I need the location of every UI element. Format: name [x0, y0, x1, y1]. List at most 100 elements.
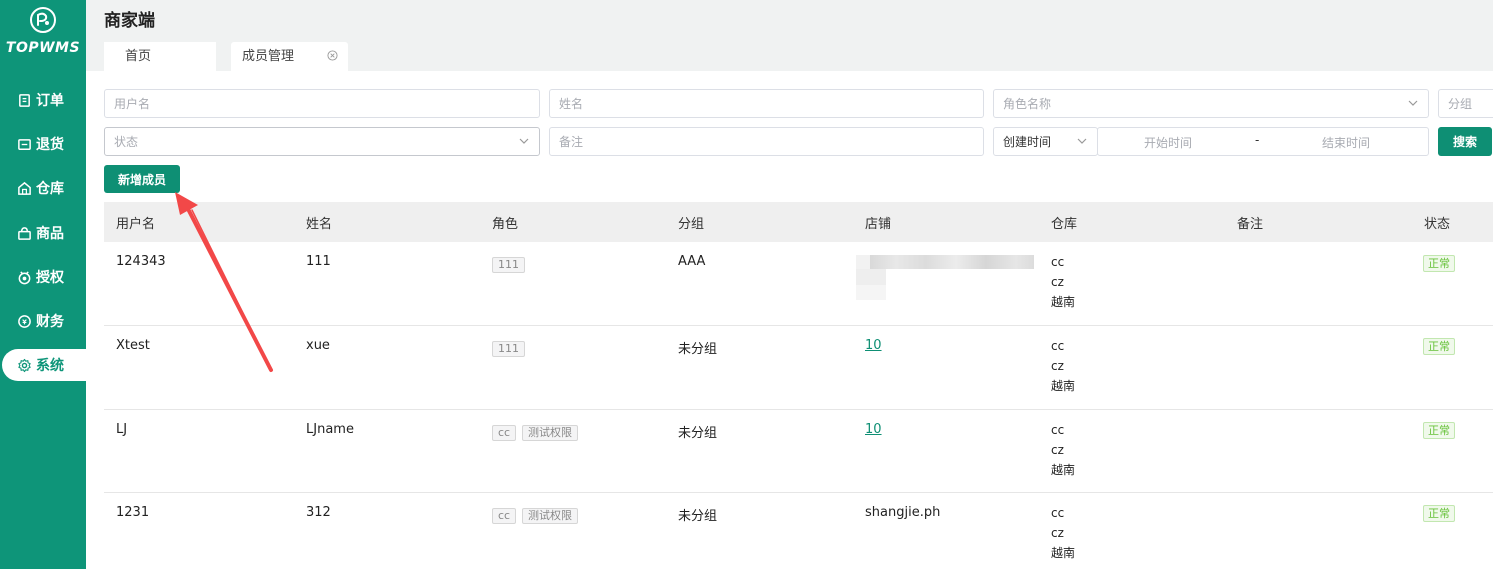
sidebar-item-label: 授权: [36, 270, 64, 286]
sidebar-item-orders[interactable]: 订单: [0, 84, 86, 116]
cell-username: LJ: [116, 422, 128, 437]
sidebar-item-returns[interactable]: 退货: [0, 128, 86, 160]
column-header-role: 角色: [492, 217, 519, 232]
role-tag: cc: [492, 508, 517, 524]
return-box-icon: [18, 138, 31, 150]
logo-text: TOPWMS: [5, 40, 81, 56]
chevron-down-icon: [519, 138, 529, 144]
sidebar: TOPWMS 订单 退货 仓库 商品 授权 财务 系统: [0, 0, 86, 569]
finance-icon: [18, 314, 31, 328]
clipboard-icon: [19, 93, 30, 107]
status-badge: 正常: [1423, 338, 1455, 355]
sidebar-item-label: 财务: [36, 314, 64, 330]
time-type-value: 创建时间: [1003, 135, 1052, 149]
role-tag: 测试权限: [522, 425, 578, 441]
row-divider: [104, 492, 1493, 493]
store-link[interactable]: 10: [865, 422, 882, 437]
cell-username: 124343: [116, 254, 166, 269]
status-select-placeholder: 状态: [114, 135, 139, 149]
cell-warehouse-0: cc: [1051, 423, 1065, 437]
status-badge: 正常: [1423, 505, 1455, 522]
start-time-placeholder[interactable]: 开始时间: [1144, 134, 1192, 151]
cell-warehouse-2: 越南: [1051, 379, 1076, 393]
sidebar-item-finance[interactable]: 财务: [0, 305, 86, 337]
close-icon[interactable]: [327, 50, 338, 61]
column-header-store: 店铺: [865, 217, 892, 232]
range-separator: -: [1255, 133, 1260, 147]
cell-warehouse-0: cc: [1051, 506, 1065, 520]
store-link[interactable]: 10: [865, 338, 882, 353]
role-tag: 111: [492, 257, 525, 273]
cell-name: 111: [306, 254, 331, 269]
end-time-placeholder[interactable]: 结束时间: [1322, 134, 1370, 151]
remark-input-box[interactable]: [559, 128, 983, 155]
cell-warehouse-2: 越南: [1051, 546, 1076, 560]
username-input-box[interactable]: [114, 90, 539, 117]
gear-icon: [18, 358, 31, 372]
column-header-remark: 备注: [1237, 217, 1264, 232]
sidebar-item-label: 商品: [36, 226, 64, 242]
username-input[interactable]: [104, 89, 540, 118]
cell-warehouse-1: cz: [1051, 443, 1064, 457]
logo: TOPWMS: [0, 6, 86, 56]
row-divider: [104, 325, 1493, 326]
cell-warehouse-1: cz: [1051, 275, 1064, 289]
column-header-warehouse: 仓库: [1051, 217, 1078, 232]
cell-warehouse-0: cc: [1051, 255, 1065, 269]
sidebar-item-authorize[interactable]: 授权: [0, 261, 86, 293]
cell-name: 312: [306, 505, 331, 520]
role-tag: cc: [492, 425, 517, 441]
status-badge: 正常: [1423, 255, 1455, 272]
status-badge: 正常: [1423, 422, 1455, 439]
bag-icon: [18, 226, 31, 240]
add-member-button[interactable]: 新增成员: [104, 165, 180, 193]
cell-name: xue: [306, 338, 330, 353]
sidebar-item-products[interactable]: 商品: [0, 217, 86, 249]
cell-warehouse-0: cc: [1051, 339, 1065, 353]
cell-group: AAA: [678, 254, 706, 269]
cell-warehouse-2: 越南: [1051, 295, 1076, 309]
warehouse-icon: [18, 181, 31, 195]
annotation-arrow: [175, 192, 273, 372]
column-header-name: 姓名: [306, 217, 333, 232]
topwms-logo-icon: [30, 7, 56, 33]
column-header-status: 状态: [1424, 217, 1451, 232]
name-input[interactable]: [549, 89, 984, 118]
cell-group: 未分组: [678, 509, 718, 524]
authorize-icon: [18, 270, 31, 284]
cell-username: 1231: [116, 505, 150, 520]
role-select-placeholder: 角色名称: [1003, 97, 1052, 111]
remark-input[interactable]: [549, 127, 984, 156]
column-header-username: 用户名: [116, 217, 156, 232]
cell-group: 未分组: [678, 342, 718, 357]
search-button[interactable]: 搜索: [1438, 127, 1492, 156]
role-select[interactable]: 角色名称: [993, 89, 1429, 118]
name-input-box[interactable]: [559, 90, 983, 117]
tab-member-management[interactable]: 成员管理: [231, 42, 348, 71]
group-select-placeholder: 分组: [1448, 97, 1473, 111]
cell-store: shangjie.ph: [865, 505, 941, 520]
top-bar: [86, 0, 1493, 36]
sidebar-item-system[interactable]: 系统: [2, 349, 86, 381]
cell-warehouse-1: cz: [1051, 526, 1064, 540]
sidebar-item-label: 系统: [36, 358, 64, 374]
chevron-down-icon: [1408, 100, 1418, 106]
cell-name: LJname: [306, 422, 354, 437]
cell-warehouse-2: 越南: [1051, 463, 1076, 477]
tab-home[interactable]: 首页: [104, 42, 216, 71]
row-divider: [104, 409, 1493, 410]
role-tag: 111: [492, 341, 525, 357]
date-range-picker[interactable]: 开始时间 - 结束时间: [1097, 127, 1429, 156]
tab-label: 首页: [125, 49, 152, 64]
page-title: 商家端: [104, 11, 155, 31]
status-select[interactable]: 状态: [104, 127, 540, 156]
tab-label: 成员管理: [242, 49, 295, 64]
group-select[interactable]: 分组: [1438, 89, 1493, 118]
chevron-down-icon: [1077, 138, 1087, 144]
sidebar-item-label: 订单: [36, 93, 64, 109]
column-header-group: 分组: [678, 217, 705, 232]
sidebar-item-label: 仓库: [36, 181, 64, 197]
time-type-select[interactable]: 创建时间: [993, 127, 1098, 156]
cell-group: 未分组: [678, 426, 718, 441]
sidebar-item-warehouse[interactable]: 仓库: [0, 172, 86, 204]
